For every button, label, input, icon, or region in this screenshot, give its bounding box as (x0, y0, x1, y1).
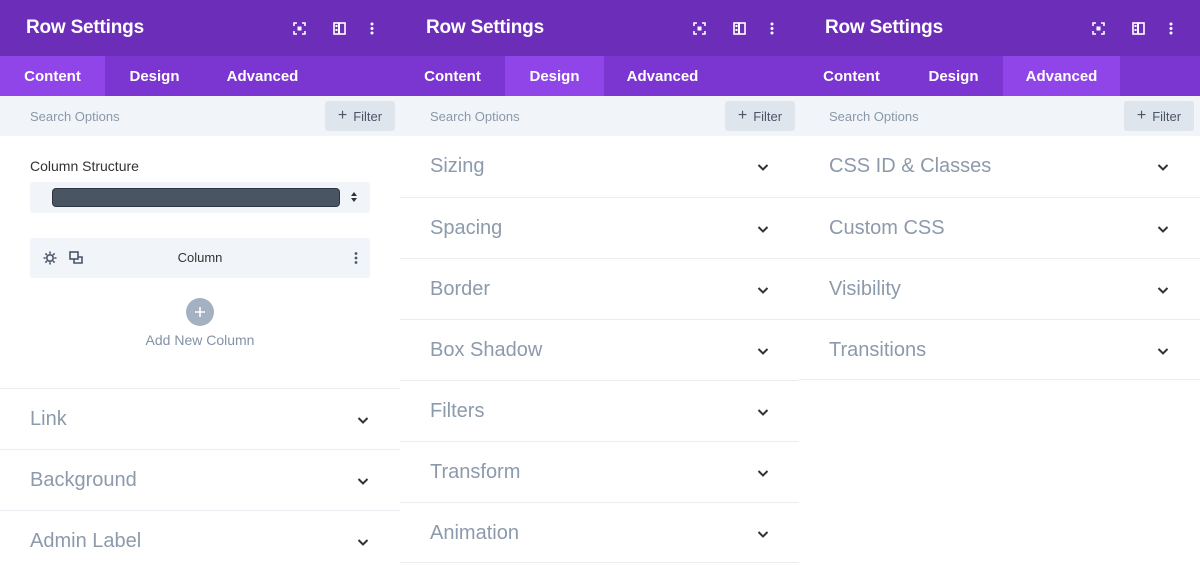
section-css-id-classes[interactable]: CSS ID & Classes (799, 136, 1200, 197)
tab-advanced[interactable]: Advanced (604, 56, 721, 96)
section-title: Transform (430, 461, 521, 483)
chevron-down-icon (1156, 222, 1170, 236)
section-transform[interactable]: Transform (400, 441, 800, 502)
section-sizing[interactable]: Sizing (400, 136, 800, 197)
filter-button[interactable]: + Filter (1124, 101, 1194, 131)
tab-advanced[interactable]: Advanced (204, 56, 321, 96)
column-structure-area: Column Structure Column Add New Column (0, 136, 400, 388)
section-animation[interactable]: Animation (400, 502, 800, 563)
chevron-down-icon (756, 222, 770, 236)
settings-panel-advanced: Row Settings Content Design Advanced + F… (799, 0, 1200, 572)
search-bar: + Filter (799, 96, 1200, 136)
section-title: Admin Label (30, 530, 142, 552)
settings-panel-design: Row Settings Content Design Advanced + F… (400, 0, 800, 572)
search-input[interactable] (400, 96, 718, 136)
section-border[interactable]: Border (400, 258, 800, 319)
chevron-down-icon (756, 405, 770, 419)
add-column-button[interactable] (186, 298, 214, 326)
chevron-down-icon (756, 344, 770, 358)
plus-icon: + (737, 107, 748, 124)
panel-title: Row Settings (426, 17, 544, 38)
section-title: Background (30, 469, 137, 491)
tab-design[interactable]: Design (904, 56, 1003, 96)
section-box-shadow[interactable]: Box Shadow (400, 319, 800, 380)
chevron-down-icon (756, 466, 770, 480)
column-item[interactable]: Column (30, 238, 370, 278)
panel-title: Row Settings (26, 17, 144, 38)
column-structure-label: Column Structure (30, 158, 139, 174)
more-vertical-icon[interactable] (764, 20, 780, 36)
split-view-icon[interactable] (731, 20, 747, 36)
chevron-down-icon (356, 413, 370, 427)
more-vertical-icon[interactable] (1163, 20, 1179, 36)
section-title: Sizing (430, 155, 485, 177)
panel-title: Row Settings (825, 17, 943, 38)
section-title: CSS ID & Classes (829, 155, 992, 177)
search-input[interactable] (799, 96, 1117, 136)
filter-label: Filter (353, 108, 383, 124)
section-visibility[interactable]: Visibility (799, 258, 1200, 319)
chevron-down-icon (756, 160, 770, 174)
section-title: Spacing (430, 217, 503, 239)
chevron-down-icon (356, 474, 370, 488)
chevron-down-icon (1156, 344, 1170, 358)
split-view-icon[interactable] (331, 20, 347, 36)
add-column-label[interactable]: Add New Column (0, 332, 400, 348)
chevron-down-icon (1156, 160, 1170, 174)
tab-design[interactable]: Design (105, 56, 204, 96)
tab-advanced[interactable]: Advanced (1003, 56, 1120, 96)
select-arrows-icon (350, 190, 358, 204)
chevron-down-icon (356, 535, 370, 549)
section-admin-label[interactable]: Admin Label (0, 510, 400, 571)
chevron-down-icon (1156, 283, 1170, 297)
filter-button[interactable]: + Filter (325, 101, 395, 131)
section-link[interactable]: Link (0, 388, 400, 449)
fullscreen-icon[interactable] (691, 20, 707, 36)
chevron-down-icon (756, 283, 770, 297)
tab-content[interactable]: Content (0, 56, 105, 96)
section-title: Filters (430, 400, 485, 422)
tab-bar: Content Design Advanced (400, 56, 800, 96)
search-bar: + Filter (0, 96, 400, 136)
section-title: Box Shadow (430, 339, 543, 361)
tab-bar: Content Design Advanced (799, 56, 1200, 96)
plus-icon: + (1136, 107, 1147, 124)
panel-header: Row Settings (400, 0, 800, 56)
split-view-icon[interactable] (1130, 20, 1146, 36)
filter-button[interactable]: + Filter (725, 101, 795, 131)
column-structure-preview (52, 188, 340, 207)
tab-content[interactable]: Content (799, 56, 904, 96)
section-title: Custom CSS (829, 217, 945, 239)
more-vertical-icon[interactable] (364, 20, 380, 36)
fullscreen-icon[interactable] (1090, 20, 1106, 36)
column-structure-select[interactable] (30, 182, 370, 213)
panel-header: Row Settings (0, 0, 400, 56)
section-title: Link (30, 408, 67, 430)
section-spacing[interactable]: Spacing (400, 197, 800, 258)
section-title: Border (430, 278, 491, 300)
plus-icon (195, 307, 205, 317)
filter-label: Filter (1152, 108, 1182, 124)
section-background[interactable]: Background (0, 449, 400, 510)
search-bar: + Filter (400, 96, 800, 136)
panel-header: Row Settings (799, 0, 1200, 56)
tab-content[interactable]: Content (400, 56, 505, 96)
section-transitions[interactable]: Transitions (799, 319, 1200, 380)
chevron-down-icon (756, 527, 770, 541)
more-vertical-icon[interactable] (352, 250, 360, 266)
tab-design[interactable]: Design (505, 56, 604, 96)
settings-panel-content: Row Settings Content Design Advanced + F… (0, 0, 400, 572)
tab-bar: Content Design Advanced (0, 56, 400, 96)
fullscreen-icon[interactable] (291, 20, 307, 36)
column-label: Column (177, 250, 223, 265)
search-input[interactable] (0, 96, 318, 136)
section-filters[interactable]: Filters (400, 380, 800, 441)
section-title: Animation (430, 522, 519, 544)
section-title: Transitions (829, 339, 927, 361)
section-title: Visibility (829, 278, 901, 300)
filter-label: Filter (753, 108, 783, 124)
section-custom-css[interactable]: Custom CSS (799, 197, 1200, 258)
plus-icon: + (337, 107, 348, 124)
